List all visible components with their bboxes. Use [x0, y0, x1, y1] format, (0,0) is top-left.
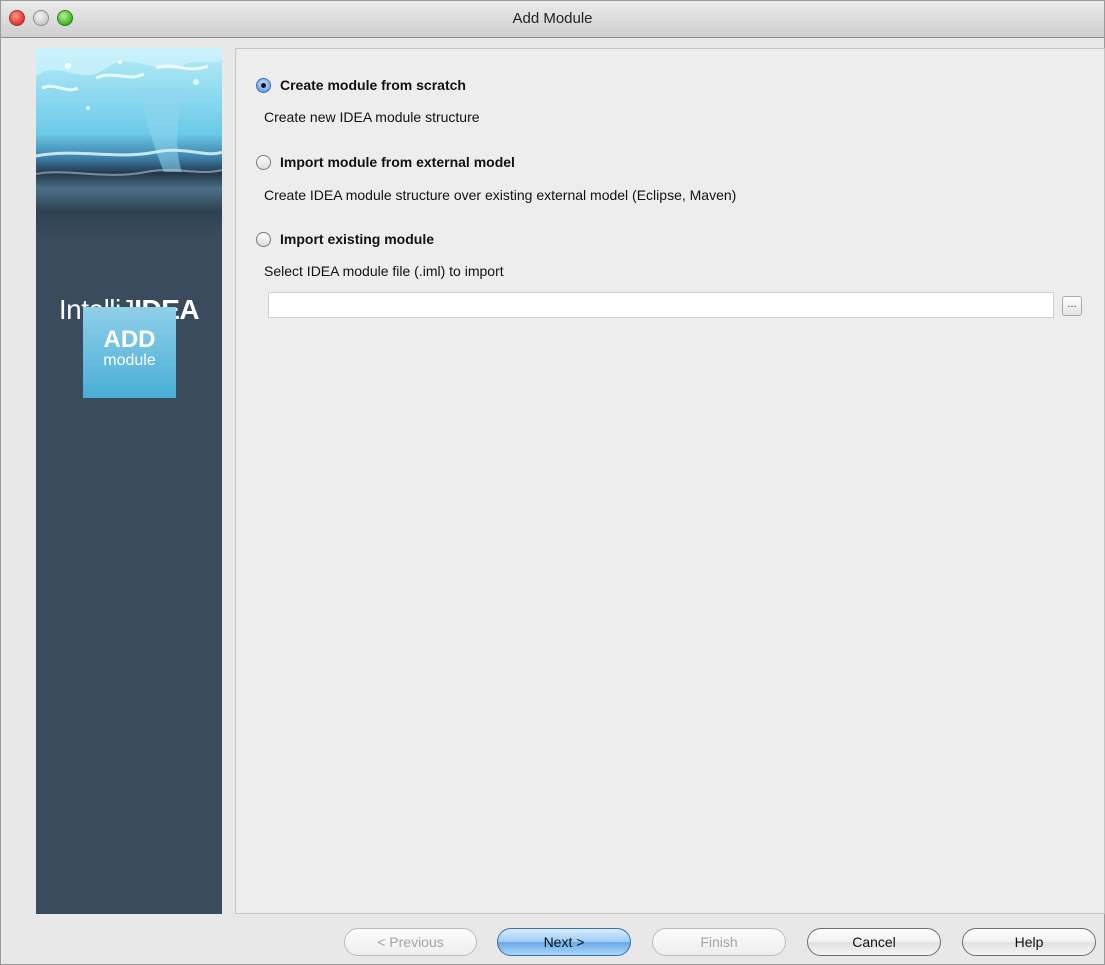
import-external-model-radio[interactable] [256, 155, 271, 170]
module-file-path-input[interactable] [268, 292, 1054, 318]
help-button[interactable]: Help [962, 928, 1096, 956]
option-description: Create IDEA module structure over existi… [264, 187, 737, 203]
option-label: Create module from scratch [280, 77, 466, 93]
badge-title: ADD [103, 326, 156, 353]
option-import-existing-module[interactable]: Import existing module [256, 229, 516, 251]
cancel-button[interactable]: Cancel [807, 928, 941, 956]
finish-button[interactable]: Finish [652, 928, 786, 956]
wizard-sidebar: IntelliJIDEA ADD module [36, 48, 222, 914]
browse-button[interactable]: ... [1062, 296, 1082, 316]
add-module-badge: ADD module [83, 307, 176, 398]
import-existing-module-radio[interactable] [256, 232, 271, 247]
previous-button[interactable]: < Previous [344, 928, 477, 956]
badge-subtitle: module [103, 352, 156, 369]
water-splash-image [36, 48, 222, 238]
next-button[interactable]: Next > [497, 928, 631, 956]
options-panel: Create module from scratch Create new ID… [235, 48, 1105, 914]
option-import-external-model[interactable]: Import module from external model [256, 152, 616, 174]
option-description: Select IDEA module file (.iml) to import [264, 263, 504, 279]
option-create-from-scratch[interactable]: Create module from scratch [256, 75, 546, 97]
add-module-dialog: Add Module IntelliJIDEA ADD module C [0, 0, 1105, 965]
title-bar[interactable]: Add Module [1, 1, 1104, 38]
window-title: Add Module [512, 10, 593, 27]
option-label: Import module from external model [280, 154, 515, 170]
option-description: Create new IDEA module structure [264, 109, 480, 125]
create-from-scratch-radio[interactable] [256, 78, 271, 93]
option-label: Import existing module [280, 231, 435, 247]
